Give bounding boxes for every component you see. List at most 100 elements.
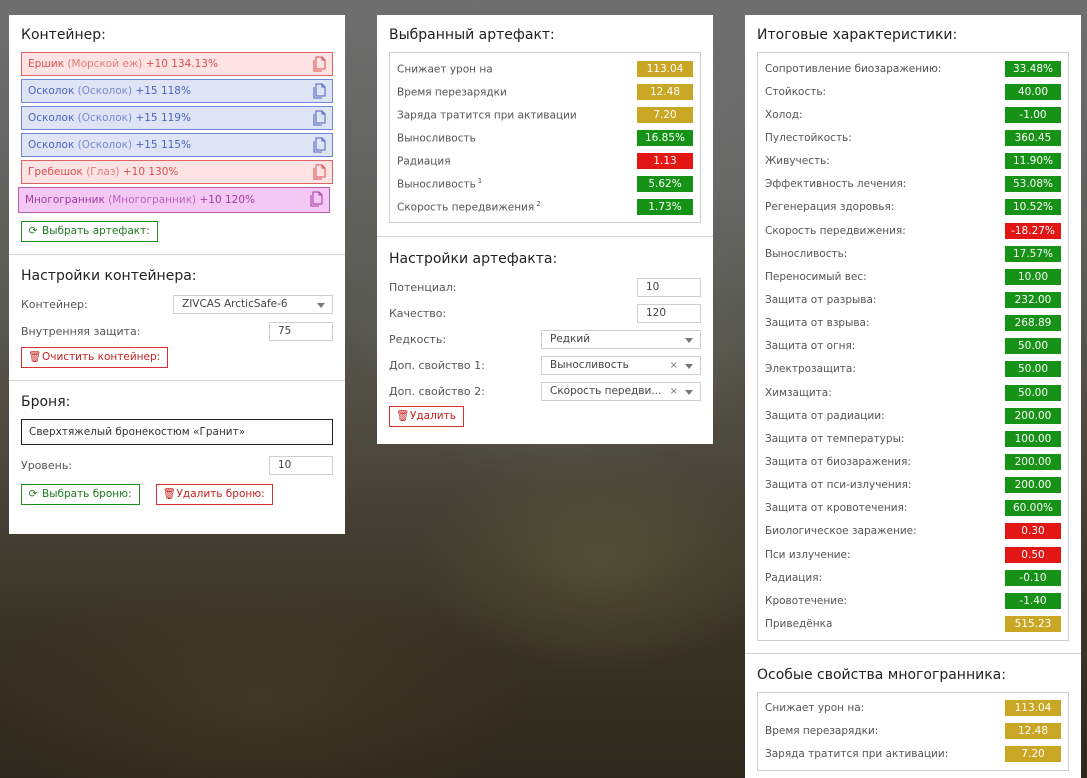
- quality-label: Качество:: [389, 306, 447, 320]
- artifact-stats: +15 118%: [135, 85, 191, 97]
- artifact-name: Гребешок: [28, 166, 83, 178]
- copy-icon[interactable]: [309, 191, 323, 207]
- stat-label: Биологическое заражение:: [765, 525, 917, 538]
- trash-icon: 🗑: [28, 351, 42, 363]
- stat-row: Кровотечение: -1.40: [765, 589, 1061, 612]
- protection-row: Внутренняя защита: 75: [21, 320, 333, 342]
- artifact-name: Многогранник: [25, 194, 105, 206]
- clear-icon[interactable]: ×: [670, 357, 678, 374]
- container-slot[interactable]: Осколок (Осколок) +15 115%: [21, 133, 333, 157]
- protection-label: Внутренняя защита:: [21, 324, 141, 338]
- stat-label: Защита от пси-излучения:: [765, 479, 912, 492]
- stat-label: Заряда тратится при активации:: [765, 748, 949, 761]
- container-select[interactable]: ZIVCAS ArcticSafe-6: [173, 294, 333, 314]
- stat-row: Химзащита: 50.00: [765, 381, 1061, 404]
- stat-label: Защита от радиации:: [765, 409, 885, 422]
- extra1-label: Доп. свойство 1:: [389, 358, 485, 372]
- stat-value: 0.50: [1005, 546, 1061, 563]
- trash-icon: 🗑: [396, 410, 410, 422]
- stat-label: Живучесть:: [765, 155, 830, 168]
- container-slot[interactable]: Осколок (Осколок) +15 118%: [21, 79, 333, 103]
- stat-label: Химзащита:: [765, 386, 832, 399]
- stat-label: Заряда тратится при активации: [397, 109, 577, 122]
- container-slot[interactable]: Гребешок (Глаз) +10 130%: [21, 160, 333, 184]
- stat-label: Сопротивление биозаражению:: [765, 62, 942, 75]
- stat-value: 268.89: [1005, 315, 1061, 332]
- copy-icon[interactable]: [312, 83, 326, 99]
- stat-row: Пулестойкость: 360.45: [765, 126, 1061, 149]
- stat-value: 5.62%: [637, 175, 693, 192]
- artifact-type: (Осколок): [77, 112, 133, 124]
- stat-row: Снижает урон на: 113.04: [765, 697, 1061, 720]
- stat-value: 11.90%: [1005, 153, 1061, 170]
- totals-section: Итоговые характеристики: Сопротивление б…: [745, 15, 1081, 653]
- footnote-mark: 1: [477, 176, 483, 185]
- stat-row: Защита от взрыва: 268.89: [765, 312, 1061, 335]
- artifact-name: Осколок: [28, 112, 75, 124]
- stat-row: Защита от пси-излучения: 200.00: [765, 474, 1061, 497]
- stat-row: Переносимый вес: 10.00: [765, 265, 1061, 288]
- stat-value: 200.00: [1005, 453, 1061, 470]
- quality-input[interactable]: 120: [637, 303, 701, 323]
- stat-value: -18.27%: [1005, 222, 1061, 239]
- stat-value: 7.20: [1005, 746, 1061, 763]
- artifact-type: (Осколок): [77, 85, 133, 97]
- stat-row: Биологическое заражение: 0.30: [765, 520, 1061, 543]
- clear-container-button[interactable]: 🗑Очистить контейнер:: [21, 347, 169, 368]
- stat-row: Радиация 1.13: [397, 149, 693, 172]
- rarity-row: Редкость: Редкий: [389, 328, 701, 350]
- container-list: Ершик (Морской еж) +10 134.13% Осколок (О…: [18, 52, 333, 213]
- container-slot[interactable]: Осколок (Осколок) +15 119%: [21, 106, 333, 130]
- potential-input[interactable]: 10: [637, 277, 701, 297]
- stat-row: Приведёнка 515.23: [765, 612, 1061, 635]
- chevron-down-icon: [685, 337, 693, 343]
- copy-icon[interactable]: [312, 164, 326, 180]
- stat-label: Скорость передвижения:: [765, 224, 906, 237]
- delete-artifact-button[interactable]: 🗑Удалить: [389, 406, 464, 427]
- artifact-type: (Морской еж): [67, 58, 143, 70]
- artifact-type: (Осколок): [77, 139, 133, 151]
- trash-icon: 🗑: [162, 488, 176, 500]
- stat-value: 0.30: [1005, 523, 1061, 540]
- stat-label: Выносливость 1: [397, 176, 483, 191]
- protection-input[interactable]: 75: [269, 321, 333, 341]
- rarity-select[interactable]: Редкий: [541, 329, 701, 349]
- stat-row: Скорость передвижения: -18.27%: [765, 219, 1061, 242]
- chevron-down-icon: [685, 389, 693, 395]
- clear-icon[interactable]: ×: [670, 383, 678, 400]
- stat-row: Электрозащита: 50.00: [765, 358, 1061, 381]
- select-artifact-button[interactable]: ⟳ Выбрать артефакт:: [21, 221, 158, 242]
- artifact-name: Ершик: [28, 58, 65, 70]
- stat-label: Стойкость:: [765, 85, 827, 98]
- extra2-select[interactable]: Скорость передви... ×: [541, 381, 701, 401]
- stat-label: Пси излучение:: [765, 548, 851, 561]
- stat-value: 12.48: [1005, 723, 1061, 740]
- stat-label: Выносливость:: [765, 247, 848, 260]
- stat-row: Заряда тратится при активации 7.20: [397, 103, 693, 126]
- copy-icon[interactable]: [312, 56, 326, 72]
- right-panel: Итоговые характеристики: Сопротивление б…: [745, 15, 1081, 778]
- container-slot[interactable]: Многогранник (Многогранник) +10 120%: [18, 187, 330, 213]
- stat-label: Радиация:: [765, 571, 823, 584]
- armor-name-field[interactable]: Сверхтяжелый бронекостюм «Гранит»: [21, 419, 333, 445]
- stat-label: Защита от биозаражения:: [765, 455, 911, 468]
- armor-level-input[interactable]: 10: [269, 455, 333, 475]
- container-row: Контейнер: ZIVCAS ArcticSafe-6: [21, 293, 333, 315]
- delete-armor-button[interactable]: 🗑Удалить броню:: [155, 484, 273, 505]
- select-armor-button[interactable]: ⟳ Выбрать броню:: [21, 484, 140, 505]
- stat-row: Заряда тратится при активации: 7.20: [765, 743, 1061, 766]
- copy-icon[interactable]: [312, 137, 326, 153]
- stat-label: Холод:: [765, 108, 803, 121]
- copy-icon[interactable]: [312, 110, 326, 126]
- container-slot[interactable]: Ершик (Морской еж) +10 134.13%: [21, 52, 333, 76]
- stat-label: Пулестойкость:: [765, 131, 852, 144]
- stat-label: Приведёнка: [765, 617, 833, 630]
- stat-row: Снижает урон на 113.04: [397, 57, 693, 80]
- totals-stats: Сопротивление биозаражению: 33.48% Стойкос…: [757, 52, 1069, 641]
- footnote-mark: 2: [536, 199, 541, 208]
- extra1-select[interactable]: Выносливость ×: [541, 355, 701, 375]
- stat-label: Время перезарядки: [397, 86, 507, 99]
- stat-label: Снижает урон на: [397, 63, 493, 76]
- artifact-stats: +10 120%: [199, 194, 256, 206]
- stat-value: 515.23: [1005, 615, 1061, 632]
